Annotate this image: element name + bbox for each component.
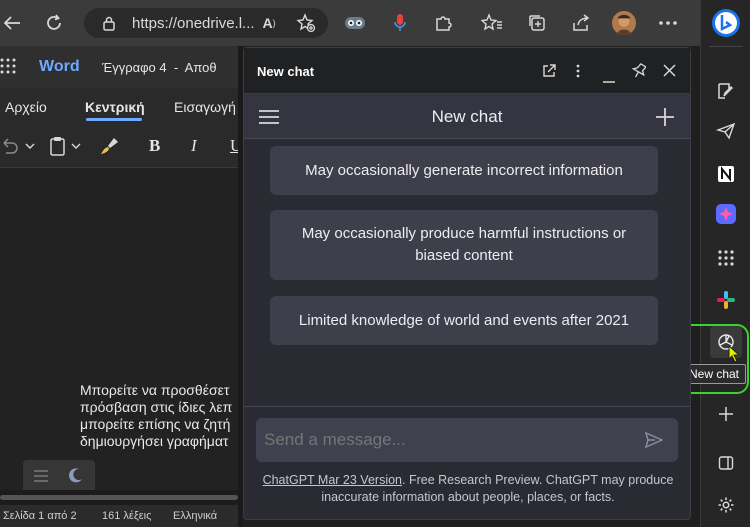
back-arrow-icon[interactable] [0,11,24,35]
notion-icon[interactable] [710,158,742,190]
tab-home[interactable]: Κεντρική [85,99,145,115]
view-toggle[interactable] [23,460,95,494]
italic-icon[interactable]: I [191,136,197,156]
hide-sidebar-icon[interactable] [710,447,742,479]
send-icon[interactable] [710,115,742,147]
word-ribbon-tabs: Αρχείο Κεντρική Εισαγωγή [0,88,238,126]
limitation-card: May occasionally generate incorrect info… [270,146,658,195]
document-body[interactable]: Μπορείτε να προσθέσετ πρόσβαση στις ίδιε… [80,382,232,450]
favorites-icon[interactable] [480,11,504,35]
chat-pane-title: New chat [257,64,315,79]
message-input-box[interactable] [256,418,678,462]
more-vertical-icon[interactable] [576,64,580,83]
app-star-icon[interactable] [710,198,742,230]
bold-icon[interactable]: B [149,136,160,156]
language[interactable]: Ελληνικά [173,510,217,522]
pin-icon[interactable] [631,63,647,84]
url-text[interactable]: https://onedrive.l... [132,15,255,32]
word-title-bar: Word Έγγραφο 4 - Αποθ [0,46,238,88]
undo-icon[interactable] [0,137,36,160]
document-title[interactable]: Έγγραφο 4 - Αποθ [102,60,217,75]
minimize-icon[interactable] [603,70,615,88]
add-favorite-icon[interactable] [294,11,318,35]
body-line: Μπορείτε να προσθέσετ [80,382,230,398]
compose-icon[interactable] [710,75,742,107]
word-ribbon: B I U [0,126,242,168]
word-count[interactable]: 161 λέξεις [102,510,151,522]
close-icon[interactable] [663,64,676,82]
refresh-icon[interactable] [42,11,66,35]
body-line: μπορείτε επίσης να ζητή [80,416,231,432]
apps-grid-icon[interactable] [710,242,742,274]
chat-pane: New chat New chat May occasionally gener… [243,47,691,520]
open-in-tab-icon[interactable] [542,64,556,83]
input-divider [244,406,690,407]
menu-icon [33,469,49,488]
read-aloud-icon[interactable]: A) [257,11,281,35]
profile-avatar[interactable] [612,11,636,35]
sidebar-divider [709,46,743,47]
body-line: δημιουργήσει γραφήματ [80,433,229,449]
moon-icon [67,466,85,489]
browser-toolbar: https://onedrive.l... A) [0,0,700,46]
format-painter-icon[interactable] [100,136,120,161]
slack-icon[interactable] [710,284,742,316]
body-line: πρόσβαση στις ίδιες λεπ [80,399,233,415]
address-bar[interactable]: https://onedrive.l... [84,8,328,38]
sidebar-tooltip: New chat [682,364,746,384]
more-options-icon[interactable] [656,11,680,35]
share-icon[interactable] [569,11,593,35]
send-message-icon[interactable] [644,431,664,453]
limitation-card: May occasionally produce harmful instruc… [270,210,658,280]
tab-file[interactable]: Αρχείο [5,99,47,115]
extension-eyes-icon[interactable] [343,11,367,35]
edge-sidebar: New chat [679,0,750,527]
word-document-area: Μπορείτε να προσθέσετ πρόσβαση στις ίδιε… [0,168,238,494]
paste-clipboard-icon[interactable] [48,136,84,161]
collections-icon[interactable] [525,11,549,35]
bing-chat-icon[interactable] [710,7,742,39]
lock-icon[interactable] [102,15,116,36]
settings-gear-icon[interactable] [710,489,742,521]
tab-insert[interactable]: Εισαγωγή [174,99,236,115]
chat-footer: ChatGPT Mar 23 Version. Free Research Pr… [252,472,684,506]
horizontal-scrollbar[interactable] [0,490,238,505]
word-status-bar: Σελίδα 1 από 2 161 λέξεις Ελληνικά [0,505,238,527]
page-count[interactable]: Σελίδα 1 από 2 [3,510,77,522]
app-launcher-icon[interactable] [0,58,16,79]
microphone-icon[interactable] [388,11,412,35]
chat-pane-header: New chat [244,48,690,94]
scrollbar-thumb[interactable] [0,495,238,500]
version-link[interactable]: ChatGPT Mar 23 Version [263,473,402,487]
new-chat-plus-icon[interactable] [655,107,675,132]
chat-nav-bar: New chat [244,94,690,139]
limitation-card: Limited knowledge of world and events af… [270,296,658,345]
message-input[interactable] [264,424,624,456]
add-icon[interactable] [710,398,742,430]
extensions-puzzle-icon[interactable] [432,11,456,35]
word-app-name[interactable]: Word [39,58,80,76]
chat-title: New chat [431,107,503,126]
active-tab-indicator [86,118,142,121]
